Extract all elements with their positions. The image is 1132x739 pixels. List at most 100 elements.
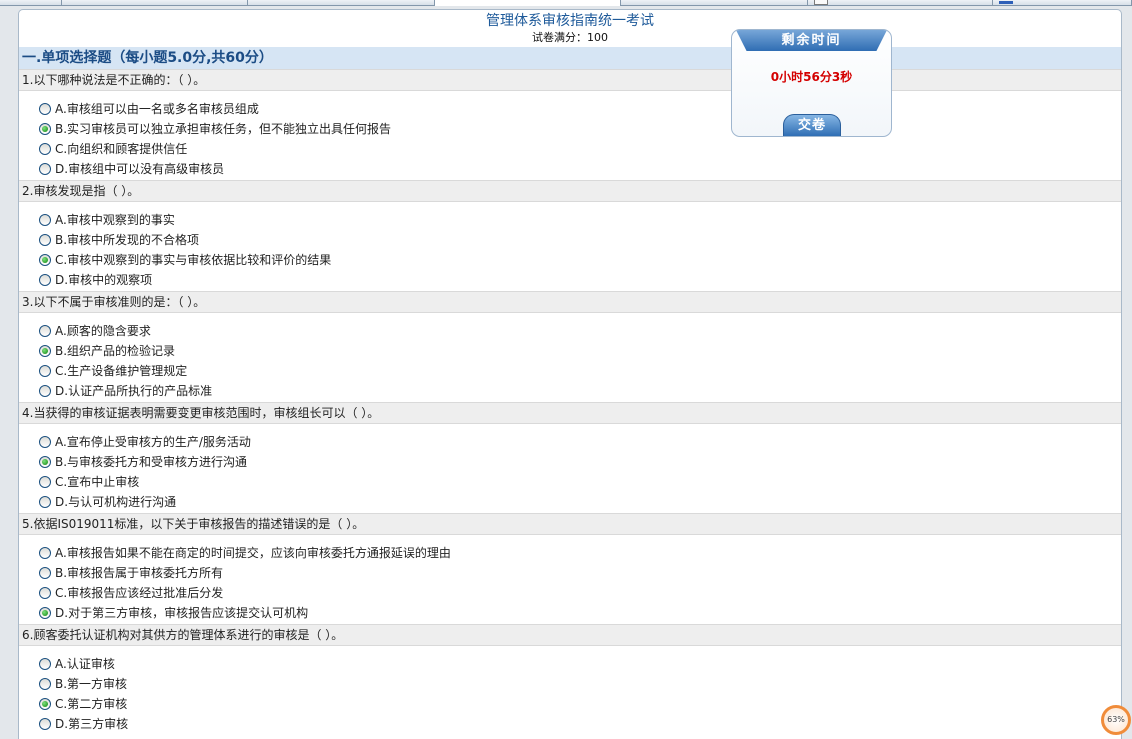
radio-button[interactable] (39, 436, 51, 448)
option-text: 实习审核员可以独立承担审核任务，但不能独立出具任何报告 (67, 122, 392, 136)
option-letter: C. (55, 697, 68, 711)
option-text: 认证产品所执行的产品标准 (68, 384, 213, 398)
option-letter: B. (55, 455, 68, 469)
option-letter: B. (55, 677, 68, 691)
radio-button[interactable] (39, 103, 51, 115)
option-row[interactable]: D. 第三方审核 (19, 714, 1121, 734)
option-row[interactable]: C. 第二方审核 (19, 694, 1121, 714)
document-icon (814, 0, 828, 5)
option-text: 向组织和顾客提供信任 (67, 142, 188, 156)
option-row[interactable]: D. 对于第三方审核，审核报告应该提交认可机构 (19, 603, 1121, 623)
option-row[interactable]: C. 向组织和顾客提供信任 (19, 139, 1121, 159)
radio-button[interactable] (39, 234, 51, 246)
option-text: 审核报告属于审核委托方所有 (67, 566, 224, 580)
countdown-box: 剩余时间 0小时56分3秒 交卷 (731, 29, 892, 137)
zoom-badge[interactable]: 63% (1101, 705, 1131, 735)
browser-tab-active[interactable] (435, 0, 621, 6)
option-letter: B. (55, 122, 68, 136)
option-letter: D. (55, 606, 69, 620)
option-list: A. 审核组可以由一名或多名审核员组成 B. 实习审核员可以独立承担审核任务，但不能独… (19, 91, 1121, 180)
option-text: 与认可机构进行沟通 (68, 495, 177, 509)
option-row[interactable]: B. 审核中所发现的不合格项 (19, 230, 1121, 250)
option-row[interactable]: A. 审核组可以由一名或多名审核员组成 (19, 99, 1121, 119)
option-row[interactable]: A. 审核中观察到的事实 (19, 210, 1121, 230)
option-row[interactable]: B. 与审核委托方和受审核方进行沟通 (19, 452, 1121, 472)
radio-button[interactable] (39, 658, 51, 670)
question-text: 5.依据IS019011标准，以下关于审核报告的描述错误的是（ ）。 (19, 513, 1121, 535)
radio-button[interactable] (39, 456, 51, 468)
browser-tab[interactable] (62, 0, 248, 6)
radio-button[interactable] (39, 163, 51, 175)
option-row[interactable]: D. 与认可机构进行沟通 (19, 492, 1121, 512)
question-block: 6.顾客委托认证机构对其供方的管理体系进行的审核是（ ）。 A. 认证审核 B. 第一方… (19, 624, 1121, 735)
option-text: 第一方审核 (67, 677, 128, 691)
option-list: A. 认证审核 B. 第一方审核 C. 第二方审核 D. 第三方审核 (19, 646, 1121, 735)
option-text: 对于第三方审核，审核报告应该提交认可机构 (68, 606, 309, 620)
radio-button[interactable] (39, 385, 51, 397)
option-text: 宣布停止受审核方的生产/服务活动 (66, 435, 251, 449)
option-row[interactable]: B. 实习审核员可以独立承担审核任务，但不能独立出具任何报告 (19, 119, 1121, 139)
option-letter: D. (55, 384, 69, 398)
radio-button[interactable] (39, 547, 51, 559)
option-row[interactable]: B. 第一方审核 (19, 674, 1121, 694)
option-letter: C. (55, 253, 68, 267)
option-text: 生产设备维护管理规定 (67, 364, 188, 378)
option-row[interactable]: C. 审核报告应该经过批准后分发 (19, 583, 1121, 603)
option-text: 顾客的隐含要求 (66, 324, 151, 338)
option-text: 与审核委托方和受审核方进行沟通 (67, 455, 248, 469)
option-row[interactable]: B. 组织产品的检验记录 (19, 341, 1121, 361)
question-block: 3.以下不属于审核准则的是：（ ）。 A. 顾客的隐含要求 B. 组织产品的检验记录 C.… (19, 291, 1121, 402)
option-text: 审核报告应该经过批准后分发 (67, 586, 224, 600)
exam-title: 管理体系审核指南统一考试 (486, 13, 654, 29)
option-row[interactable]: C. 审核中观察到的事实与审核依据比较和评价的结果 (19, 250, 1121, 270)
option-row[interactable]: D. 审核组中可以没有高级审核员 (19, 159, 1121, 179)
radio-button[interactable] (39, 678, 51, 690)
option-row[interactable]: B. 审核报告属于审核委托方所有 (19, 563, 1121, 583)
option-letter: D. (55, 717, 69, 731)
submit-exam-button[interactable]: 交卷 (783, 114, 841, 136)
option-letter: D. (55, 162, 69, 176)
option-row[interactable]: A. 宣布停止受审核方的生产/服务活动 (19, 432, 1121, 452)
browser-tab[interactable] (993, 0, 1132, 6)
option-list: A. 顾客的隐含要求 B. 组织产品的检验记录 C. 生产设备维护管理规定 D. 认证产品所执… (19, 313, 1121, 402)
option-row[interactable]: C. 生产设备维护管理规定 (19, 361, 1121, 381)
radio-button[interactable] (39, 365, 51, 377)
radio-button[interactable] (39, 254, 51, 266)
radio-button[interactable] (39, 325, 51, 337)
option-row[interactable]: A. 认证审核 (19, 654, 1121, 674)
question-text: 3.以下不属于审核准则的是：（ ）。 (19, 291, 1121, 313)
radio-button[interactable] (39, 345, 51, 357)
option-text: 第三方审核 (68, 717, 129, 731)
radio-button[interactable] (39, 214, 51, 226)
radio-button[interactable] (39, 143, 51, 155)
radio-button[interactable] (39, 274, 51, 286)
browser-tab[interactable] (808, 0, 993, 6)
blue-page-icon (999, 1, 1013, 4)
browser-tab[interactable] (248, 0, 435, 6)
option-row[interactable]: A. 审核报告如果不能在商定的时间提交，应该向审核委托方通报延误的理由 (19, 543, 1121, 563)
option-text: 审核报告如果不能在商定的时间提交，应该向审核委托方通报延误的理由 (66, 546, 451, 560)
radio-button[interactable] (39, 496, 51, 508)
option-letter: C. (55, 475, 68, 489)
option-letter: A. (55, 435, 67, 449)
exam-panel: 管理体系审核指南统一考试 试卷满分：100 一.单项选择题（每小题5.0分,共6… (18, 9, 1122, 739)
option-letter: C. (55, 586, 68, 600)
browser-tab[interactable] (0, 0, 62, 6)
radio-button[interactable] (39, 587, 51, 599)
radio-button[interactable] (39, 567, 51, 579)
option-row[interactable]: D. 审核中的观察项 (19, 270, 1121, 290)
radio-button[interactable] (39, 698, 51, 710)
option-letter: C. (55, 142, 68, 156)
radio-button[interactable] (39, 607, 51, 619)
radio-button[interactable] (39, 123, 51, 135)
radio-button[interactable] (39, 476, 51, 488)
radio-button[interactable] (39, 718, 51, 730)
option-row[interactable]: C. 宣布中止审核 (19, 472, 1121, 492)
question-text: 1.以下哪种说法是不正确的：（ ）。 (19, 69, 1121, 91)
browser-tab[interactable] (621, 0, 808, 6)
option-text: 审核中观察到的事实与审核依据比较和评价的结果 (67, 253, 332, 267)
option-letter: A. (55, 546, 67, 560)
option-text: 审核中观察到的事实 (66, 213, 175, 227)
option-row[interactable]: D. 认证产品所执行的产品标准 (19, 381, 1121, 401)
option-row[interactable]: A. 顾客的隐含要求 (19, 321, 1121, 341)
